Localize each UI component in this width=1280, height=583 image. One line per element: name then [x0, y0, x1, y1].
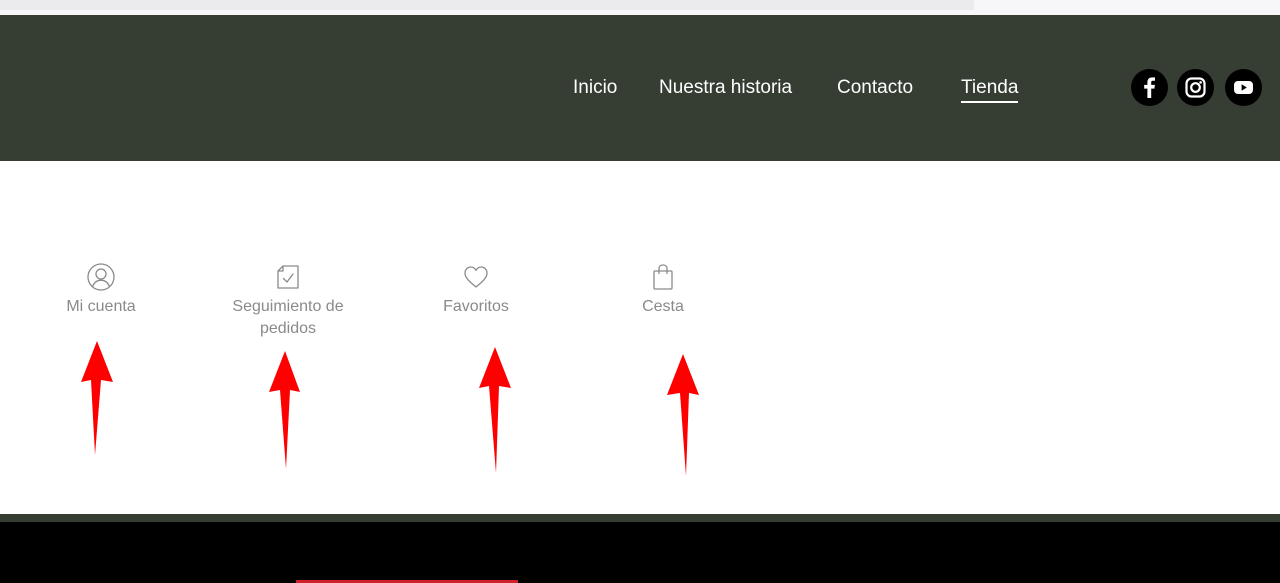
youtube-icon: [1234, 81, 1253, 94]
main-nav: Inicio Nuestra historia Contacto Tienda: [0, 15, 1280, 161]
account-link-label: Mi cuenta: [66, 298, 136, 315]
facebook-icon: [1144, 77, 1155, 98]
facebook-link[interactable]: [1131, 69, 1168, 106]
nav-link-tienda[interactable]: Tienda: [961, 76, 1019, 103]
instagram-icon: [1185, 77, 1206, 98]
heart-icon: [464, 266, 488, 288]
nav-link-nuestra-historia[interactable]: Nuestra historia: [659, 76, 792, 100]
account-link-label: Favoritos: [443, 298, 509, 315]
site-header: Inicio Nuestra historia Contacto Tienda: [0, 15, 1280, 161]
footer-band: [0, 514, 1280, 522]
account-link-seguimiento-pedidos[interactable]: Seguimiento de pedidos: [203, 262, 373, 340]
nav-link-contacto[interactable]: Contacto: [837, 76, 913, 100]
horizontal-scrollbar[interactable]: [0, 0, 974, 10]
browser-scroll-strip: [0, 0, 1280, 15]
page: Inicio Nuestra historia Contacto Tienda: [0, 0, 1280, 583]
user-icon: [87, 263, 115, 291]
youtube-link[interactable]: [1225, 69, 1262, 106]
order-tracking-icon: [277, 265, 299, 289]
account-link-favoritos[interactable]: Favoritos: [391, 262, 561, 318]
account-link-label: Cesta: [642, 298, 684, 315]
site-footer: [0, 522, 1280, 583]
shopping-bag-icon: [653, 264, 673, 290]
nav-link-inicio[interactable]: Inicio: [573, 76, 617, 100]
account-links: Mi cuenta Seguimiento de pedidos Favorit…: [0, 161, 1280, 514]
account-link-label: Seguimiento de pedidos: [232, 298, 344, 337]
instagram-link[interactable]: [1177, 69, 1214, 106]
account-link-cesta[interactable]: Cesta: [578, 262, 748, 318]
account-link-mi-cuenta[interactable]: Mi cuenta: [16, 262, 186, 318]
